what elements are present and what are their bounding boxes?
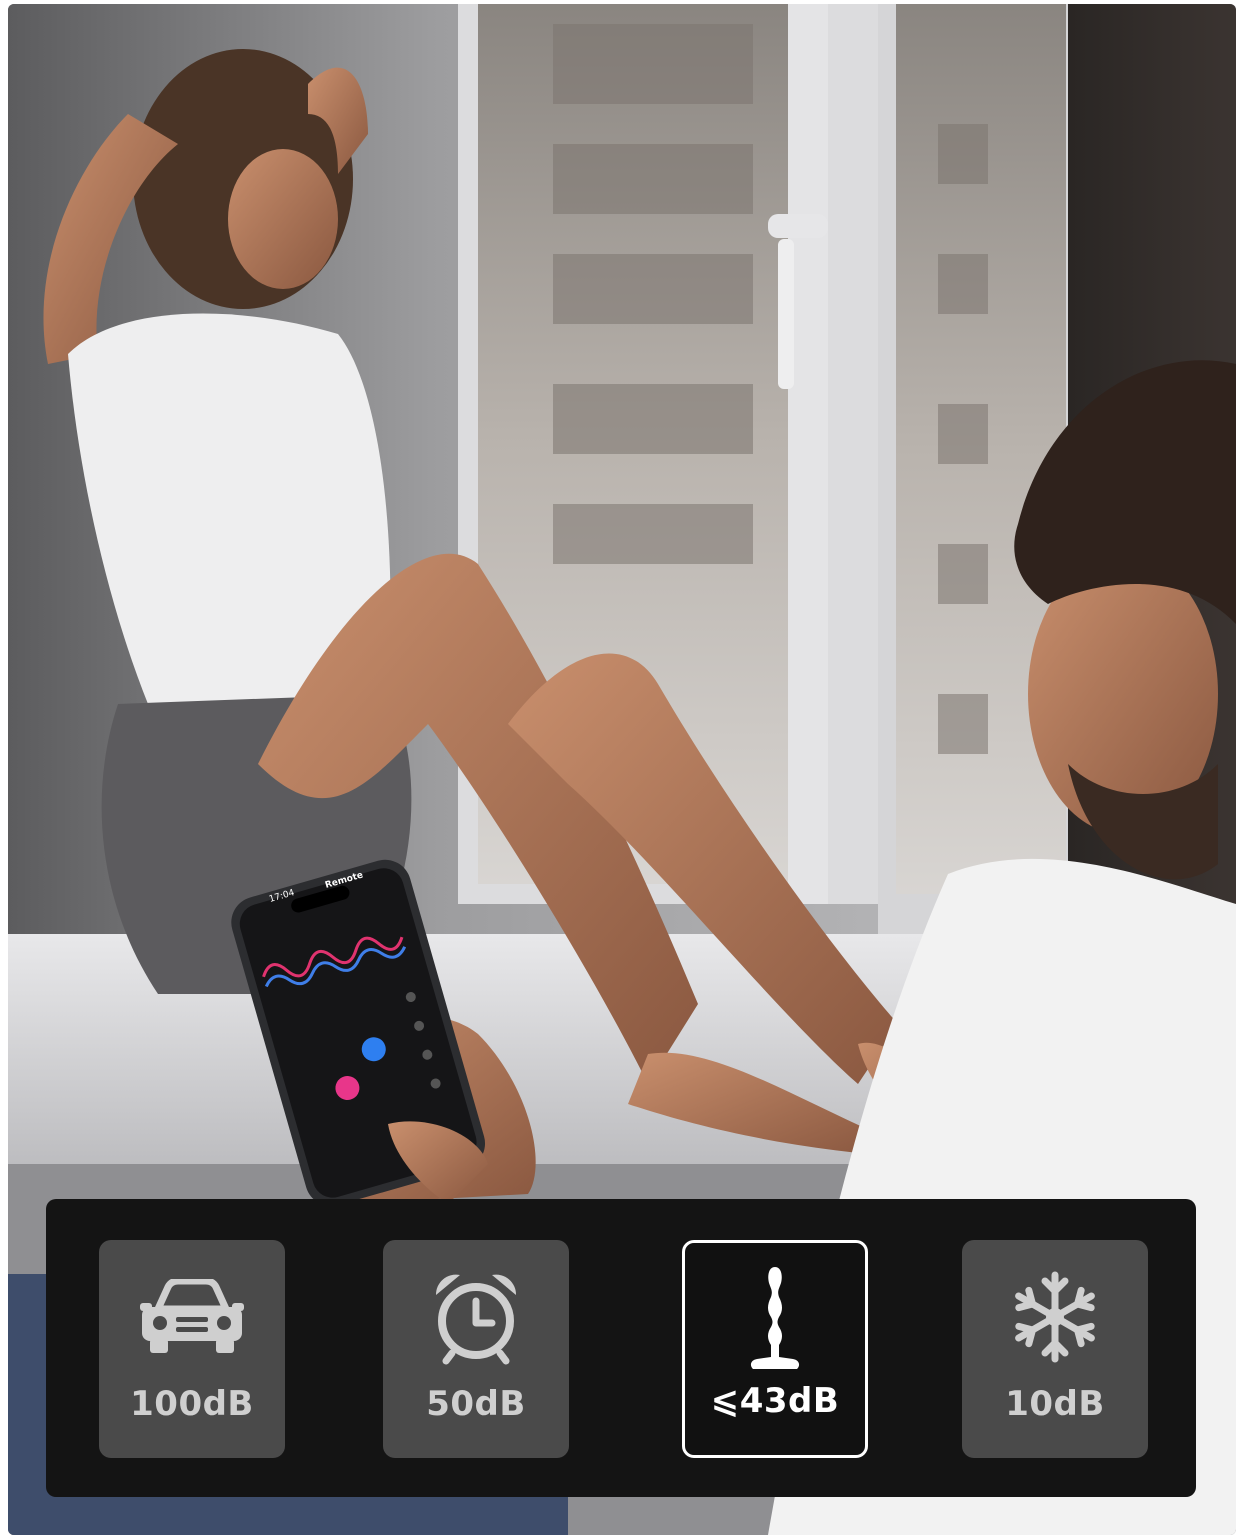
noise-comparison-panel: 100dB 50dB ⩽43dB 10dB: [46, 1199, 1196, 1497]
comparison-tile-snowflake: 10dB: [962, 1240, 1148, 1458]
comparison-tile-alarm: 50dB: [383, 1240, 569, 1458]
comparison-tile-product: ⩽43dB: [682, 1240, 868, 1458]
product-image: 17:04 Remote 100dB 50dB ⩽43dB 10dB: [0, 0, 1240, 1535]
snowflake-icon: [1015, 1271, 1095, 1363]
comparison-tile-car: 100dB: [99, 1240, 285, 1458]
alarm-clock-icon: [435, 1274, 517, 1365]
comparison-label-product: ⩽43dB: [710, 1381, 840, 1421]
comparison-label-car: 100dB: [130, 1384, 254, 1424]
comparison-label-alarm: 50dB: [426, 1384, 526, 1424]
car-icon: [140, 1279, 244, 1353]
product-icon: [750, 1267, 800, 1369]
comparison-label-snowflake: 10dB: [1005, 1384, 1105, 1424]
